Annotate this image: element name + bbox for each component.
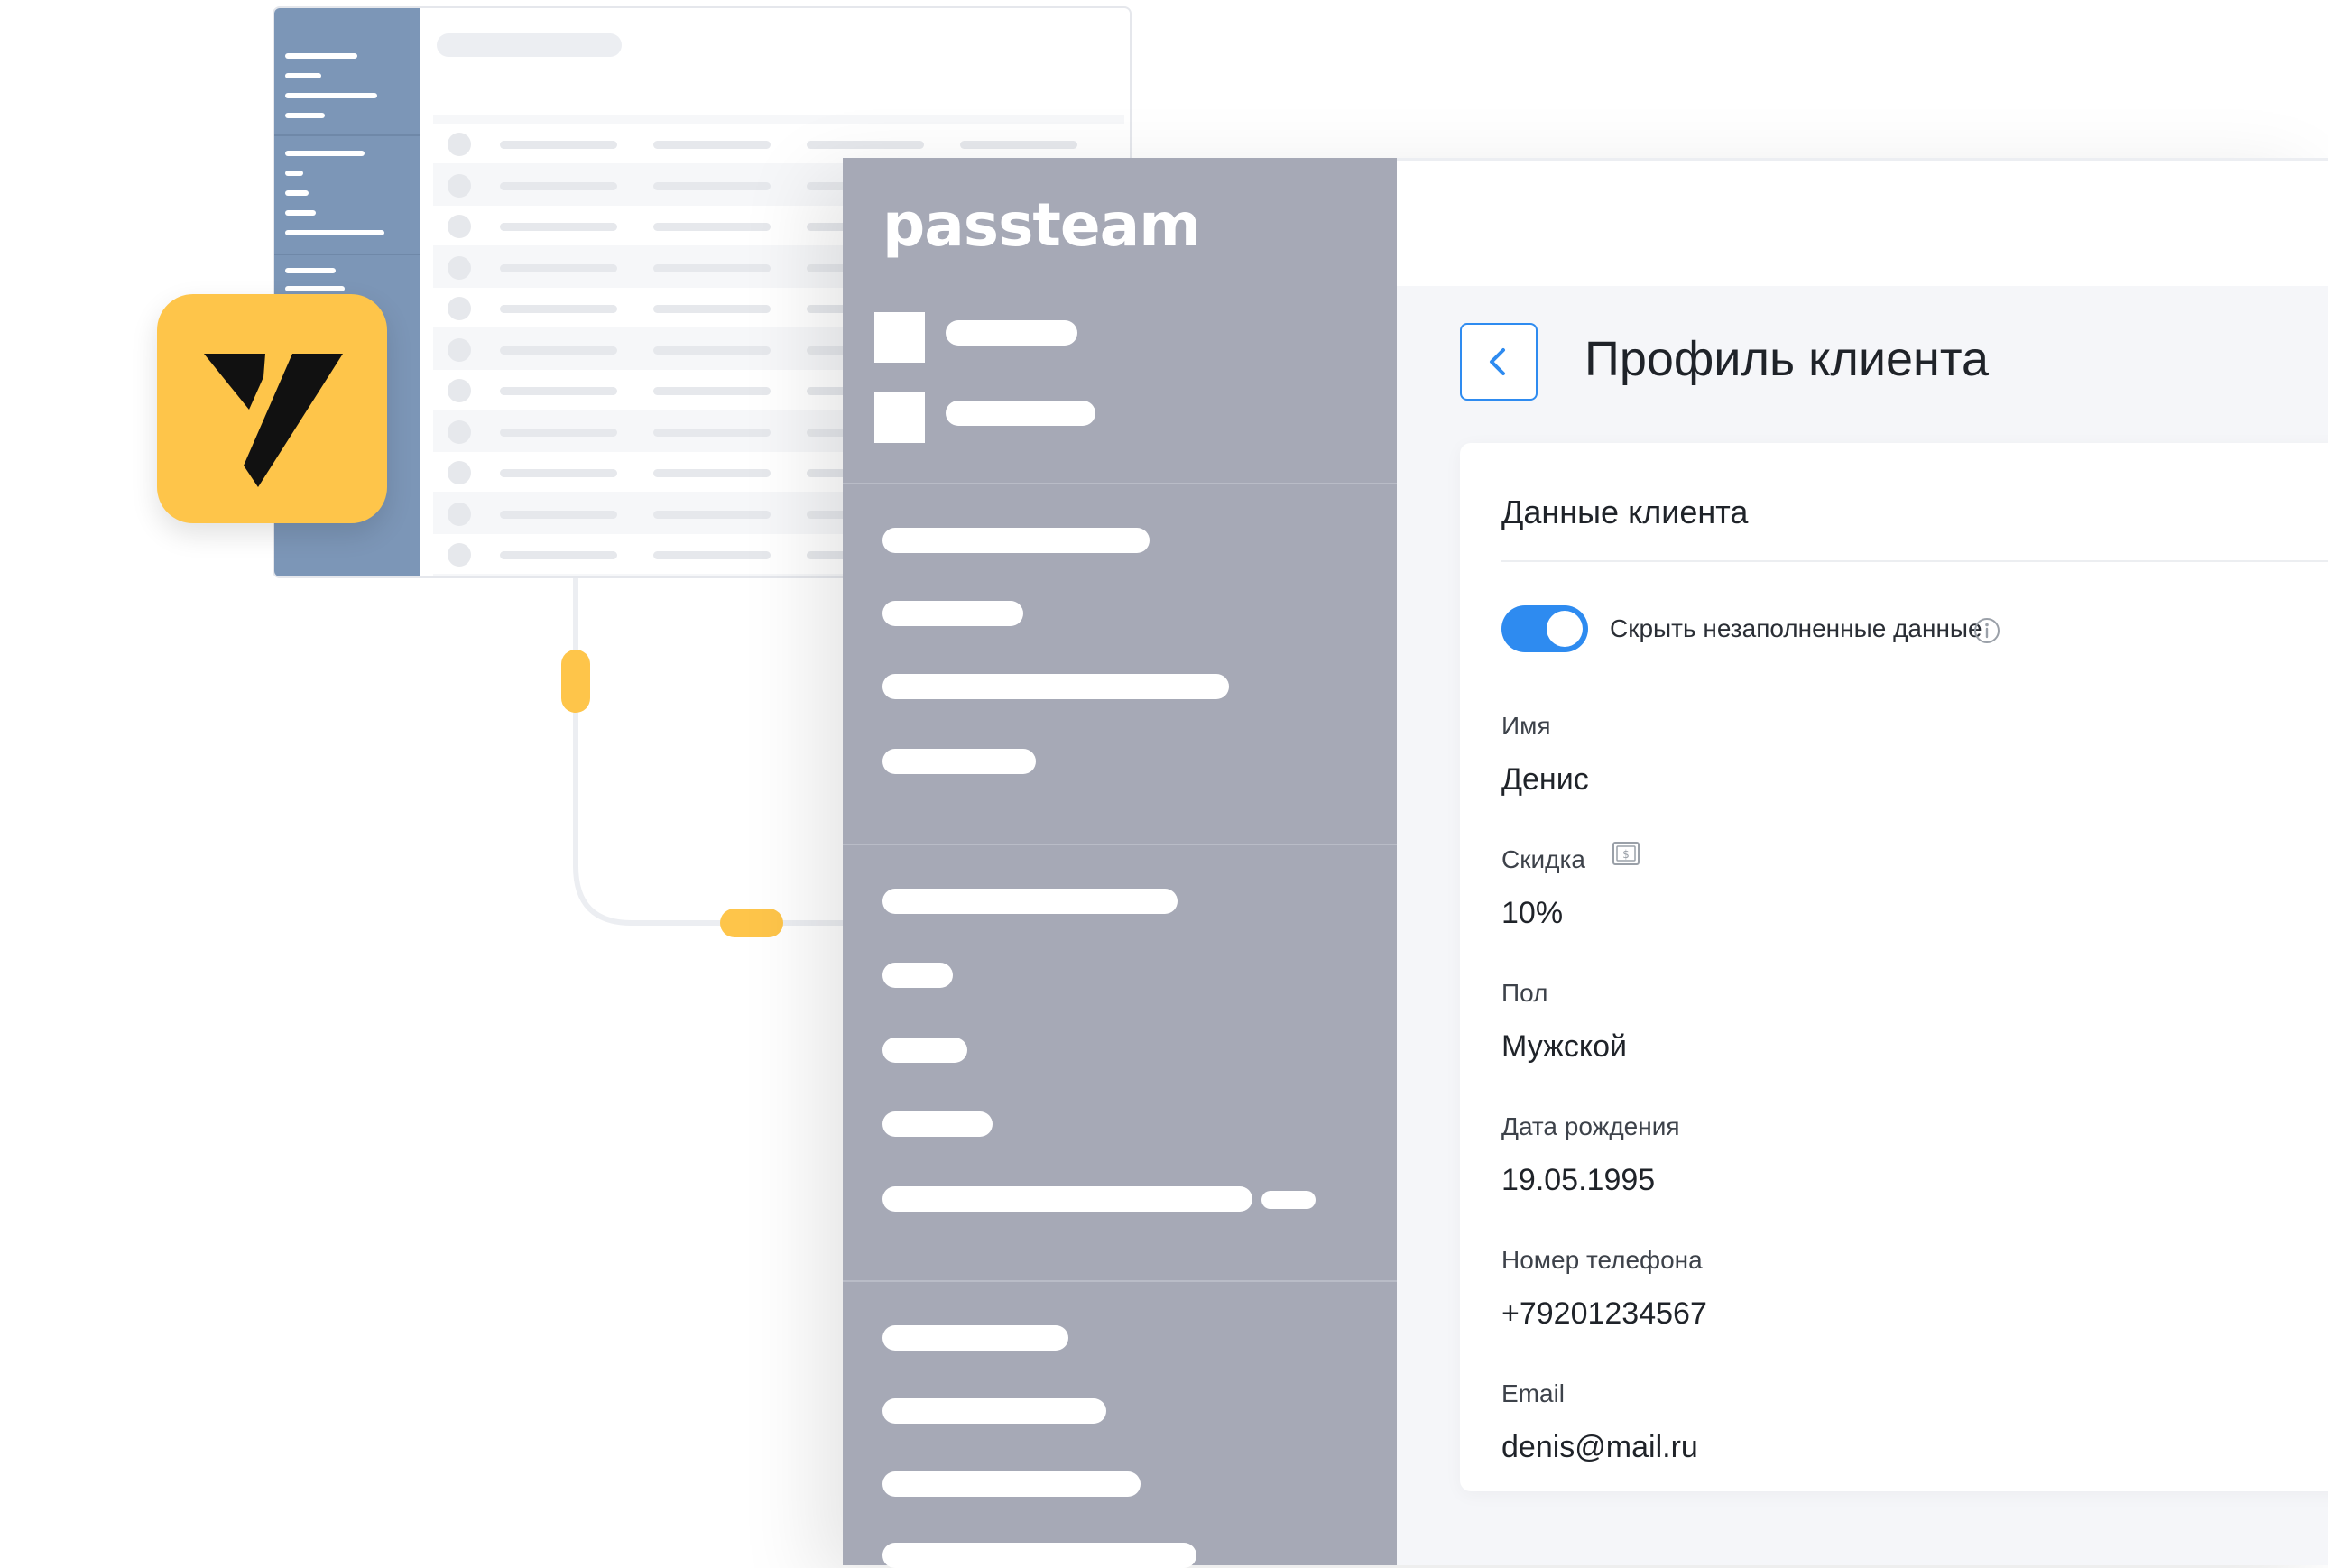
sidebar-icon-placeholder[interactable] [874, 392, 925, 443]
connector-marker-vertical [561, 650, 590, 713]
field-value-name: Денис [1501, 762, 1589, 797]
sidebar-item-placeholder[interactable] [882, 528, 1150, 553]
sidebar-item-placeholder[interactable] [882, 1471, 1141, 1497]
toggle-knob [1547, 611, 1583, 647]
app-window: passteam Профиль клиента Данные клиента … [843, 158, 2328, 1568]
top-bar [1397, 158, 2328, 286]
sidebar-item-placeholder[interactable] [882, 1325, 1068, 1351]
sidebar-item-placeholder[interactable] [882, 1038, 967, 1063]
client-data-card: Данные клиента Скрыть незаполненные данн… [1460, 443, 2328, 1491]
hide-empty-label: Скрыть незаполненные данные [1610, 614, 1982, 642]
field-value-phone: +79201234567 [1501, 1296, 1707, 1331]
hide-empty-toggle[interactable] [1501, 605, 1588, 652]
field-label-birthdate: Дата рождения [1501, 1112, 1680, 1140]
card-title: Данные клиента [1501, 493, 1749, 530]
chevron-left-icon [1490, 348, 1505, 375]
field-label-name: Имя [1501, 712, 1551, 740]
sidebar: passteam [843, 158, 1397, 1568]
divider [1501, 560, 2328, 562]
app-logo-tile [157, 294, 387, 523]
sidebar-item-placeholder[interactable] [882, 963, 953, 988]
sidebar-item-placeholder[interactable] [946, 320, 1077, 346]
app-logo-icon [204, 354, 343, 487]
field-value-discount: 10% [1501, 896, 1564, 930]
field-label-discount: Скидка [1501, 845, 1585, 873]
field-label-email: Email [1501, 1379, 1566, 1407]
field-value-birthdate: 19.05.1995 [1501, 1163, 1656, 1197]
field-value-gender: Мужской [1501, 1029, 1627, 1064]
sidebar-item-placeholder[interactable] [882, 749, 1036, 774]
field-label-phone: Номер телефона [1501, 1246, 1703, 1274]
discount-icon: $ [1612, 842, 1640, 865]
main-content: Профиль клиента Данные клиента Скрыть не… [1397, 286, 2328, 1565]
sidebar-item-placeholder[interactable] [882, 1111, 993, 1137]
sidebar-item-placeholder[interactable] [946, 401, 1095, 426]
sidebar-item-placeholder[interactable] [882, 1186, 1252, 1212]
page-title: Профиль клиента [1584, 332, 1990, 386]
sidebar-icon-placeholder[interactable] [874, 312, 925, 363]
sidebar-item-placeholder[interactable] [882, 601, 1023, 626]
sidebar-item-placeholder[interactable] [882, 1398, 1106, 1424]
sidebar-item-placeholder[interactable] [882, 1543, 1196, 1568]
sidebar-badge-placeholder [1261, 1191, 1316, 1209]
back-button[interactable] [1460, 323, 1538, 401]
brand-logo[interactable]: passteam [882, 190, 1201, 260]
sidebar-item-placeholder[interactable] [882, 889, 1178, 914]
connector-marker-horizontal [720, 909, 783, 937]
svg-text:$: $ [1622, 848, 1630, 861]
field-label-gender: Пол [1501, 979, 1548, 1007]
info-icon[interactable] [1972, 616, 2001, 645]
field-value-email: denis@mail.ru [1501, 1430, 1698, 1464]
sidebar-item-placeholder[interactable] [882, 674, 1229, 699]
